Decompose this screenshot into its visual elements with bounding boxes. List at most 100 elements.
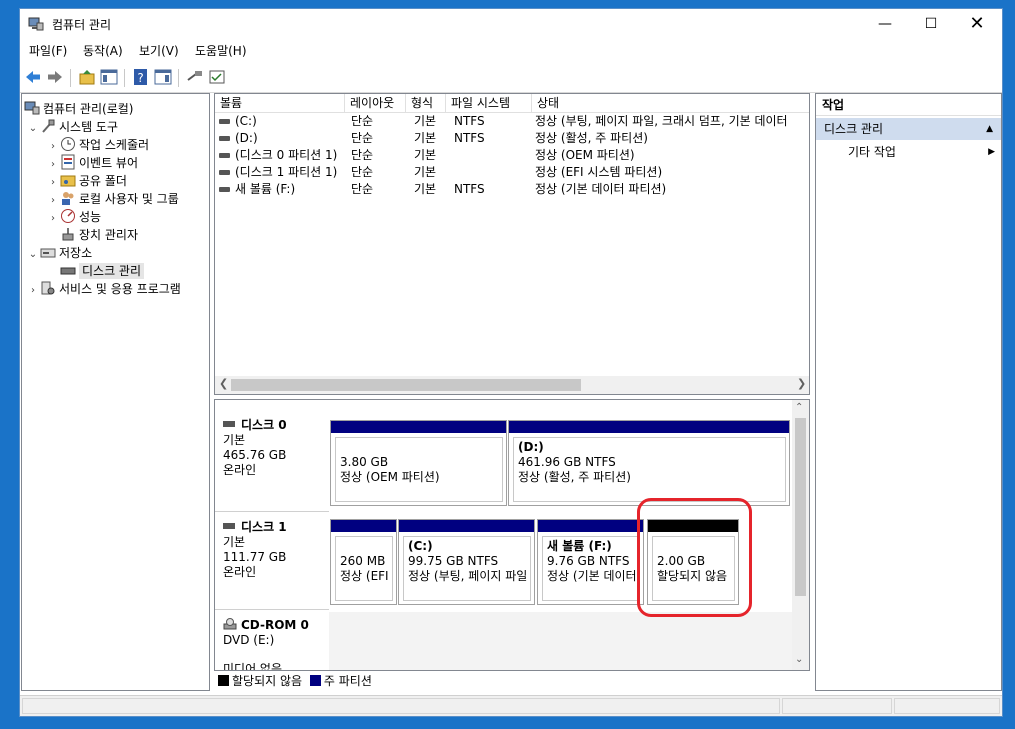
help-icon[interactable]: ? [132,68,150,86]
actions-section-disk-management[interactable]: 디스크 관리 ▲ [816,118,1001,140]
tree-item-event-viewer[interactable]: › 이벤트 뷰어 [46,154,138,172]
event-viewer-icon [61,154,75,170]
show-hide-action-pane-icon[interactable] [154,68,172,86]
tree-item-task-scheduler[interactable]: › 작업 스케줄러 [46,136,149,154]
up-folder-icon[interactable] [78,68,96,86]
services-icon [41,281,55,295]
chevron-right-icon[interactable]: › [26,282,40,300]
menu-bar: 파일(F) 동작(A) 보기(V) 도움말(H) [20,39,1002,61]
title-bar: 컴퓨터 관리 — ☐ ✕ [20,9,1002,39]
tree-item-storage[interactable]: ⌄ 저장소 [26,244,92,262]
tools-icon [42,119,55,133]
disk-0-label[interactable]: 디스크 0 기본 465.76 GB 온라인 [215,412,329,512]
cdrom-label[interactable]: CD-ROM 0 DVD (E:) 미디어 없음 [215,612,329,670]
menu-help[interactable]: 도움말(H) [195,42,247,59]
chevron-down-icon[interactable]: ⌄ [26,120,40,138]
svg-text:?: ? [137,71,143,85]
vertical-scrollbar[interactable]: ⌃ ⌄ [792,400,809,670]
disk-graphical-view: 디스크 0 기본 465.76 GB 온라인 3.80 GB 정상 (OEM 파… [214,399,810,671]
column-header-layout[interactable]: 레이아웃 [345,94,406,113]
tree-item-device-manager[interactable]: 장치 관리자 [60,226,138,244]
tree-item-disk-management[interactable]: 디스크 관리 [46,262,145,280]
table-row[interactable]: 새 볼륨 (F:) 단순 기본 NTFS 정상 (기본 데이터 파티션) [215,181,809,198]
legend: 할당되지 않음 주 파티션 [214,671,810,691]
users-icon [62,192,74,205]
partition-disk0-oem[interactable]: 3.80 GB 정상 (OEM 파티션) [330,420,507,506]
connect-icon[interactable] [186,68,204,86]
column-header-status[interactable]: 상태 [532,94,809,113]
scroll-right-icon[interactable]: ❯ [797,377,806,390]
column-header-volume[interactable]: 볼륨 [215,94,345,113]
collapse-up-icon[interactable]: ▲ [986,118,993,140]
scroll-thumb[interactable] [231,379,581,391]
tree-item-system-tools[interactable]: ⌄ 시스템 도구 [26,118,118,136]
menu-view[interactable]: 보기(V) [139,42,179,59]
tree-item-performance[interactable]: › 성능 [46,208,101,226]
status-pane-2 [782,698,892,714]
close-button[interactable]: ✕ [954,9,1000,39]
disk-icon [60,267,76,275]
legend-swatch-primary [309,675,321,686]
volume-icon [219,136,230,141]
disk-1-label[interactable]: 디스크 1 기본 111.77 GB 온라인 [215,514,329,610]
partition-disk0-d[interactable]: (D:) 461.96 GB NTFS 정상 (활성, 주 파티션) [508,420,790,506]
submenu-arrow-icon: ▶ [988,147,995,157]
partition-disk1-efi[interactable]: 260 MB 정상 (EFI [330,519,397,605]
minimize-button[interactable]: — [862,9,908,39]
scroll-up-icon[interactable]: ⌃ [795,402,803,413]
menu-action[interactable]: 동작(A) [83,42,123,59]
partition-disk1-c[interactable]: (C:) 99.75 GB NTFS 정상 (부팅, 페이지 파일 [398,519,535,605]
volume-icon [219,187,230,192]
back-arrow-icon[interactable] [24,68,42,86]
status-pane-1 [22,698,780,714]
menu-file[interactable]: 파일(F) [29,42,67,59]
cd-rom-icon [223,618,237,630]
clock-icon [61,137,75,151]
status-pane-3 [894,698,1000,714]
table-row[interactable]: (디스크 1 파티션 1) 단순 기본 정상 (EFI 시스템 파티션) [215,164,809,181]
cdrom-empty-area [329,612,794,670]
computer-management-icon [28,17,44,31]
actions-header: 작업 [816,94,1001,116]
table-row[interactable]: (D:) 단순 기본 NTFS 정상 (활성, 주 파티션) [215,130,809,147]
forward-arrow-icon[interactable] [46,68,64,86]
performance-icon [61,209,75,223]
table-row[interactable]: (C:) 단순 기본 NTFS 정상 (부팅, 페이지 파일, 크래시 덤프, … [215,113,809,130]
chevron-down-icon[interactable]: ⌄ [26,246,40,264]
console-tree: 컴퓨터 관리(로컬) ⌄ 시스템 도구 › 작업 스케줄러 › 이벤트 뷰어 › 공유 … [21,93,210,691]
tree-item-root[interactable]: 컴퓨터 관리(로컬) [24,100,133,118]
computer-management-window: 컴퓨터 관리 — ☐ ✕ 파일(F) 동작(A) 보기(V) 도움말(H) ? … [19,8,1003,717]
horizontal-scrollbar[interactable]: ❮ ❯ [215,376,809,394]
tree-item-shared-folders[interactable]: › 공유 폴더 [46,172,127,190]
volume-icon [219,153,230,158]
toolbar: ? [20,63,1002,93]
partition-disk1-unallocated[interactable]: 2.00 GB 할당되지 않음 [647,519,739,605]
chevron-right-icon[interactable]: › [46,210,60,228]
computer-management-icon [24,101,40,115]
status-bar [20,695,1002,716]
volume-icon [219,170,230,175]
disk-icon [223,421,235,427]
window-title: 컴퓨터 관리 [52,18,112,32]
device-manager-icon [62,228,74,241]
volume-icon [219,119,230,124]
scroll-thumb[interactable] [795,418,806,596]
actions-pane: 작업 디스크 관리 ▲ 기타 작업 ▶ [815,93,1002,691]
column-header-file-system[interactable]: 파일 시스템 [446,94,532,113]
maximize-button[interactable]: ☐ [908,9,954,39]
partition-disk1-f[interactable]: 새 볼륨 (F:) 9.76 GB NTFS 정상 (기본 데이터 [537,519,644,605]
column-header-type[interactable]: 형식 [406,94,446,113]
volume-list: 볼륨 레이아웃 형식 파일 시스템 상태 (C:) 단순 기본 NTFS 정상 … [214,93,810,395]
show-hide-console-tree-icon[interactable] [100,68,118,86]
action-more-actions[interactable]: 기타 작업 ▶ [816,142,1001,162]
table-row[interactable]: (디스크 0 파티션 1) 단순 기본 정상 (OEM 파티션) [215,147,809,164]
disk-icon [223,523,235,529]
scroll-left-icon[interactable]: ❮ [219,377,228,390]
tree-item-services[interactable]: › 서비스 및 응용 프로그램 [26,280,181,298]
properties-icon[interactable] [208,68,226,86]
legend-swatch-unallocated [218,675,229,686]
shared-folder-icon [60,175,76,187]
storage-icon [40,248,56,258]
scroll-down-icon[interactable]: ⌄ [795,654,803,665]
tree-item-local-users[interactable]: › 로컬 사용자 및 그룹 [46,190,179,208]
